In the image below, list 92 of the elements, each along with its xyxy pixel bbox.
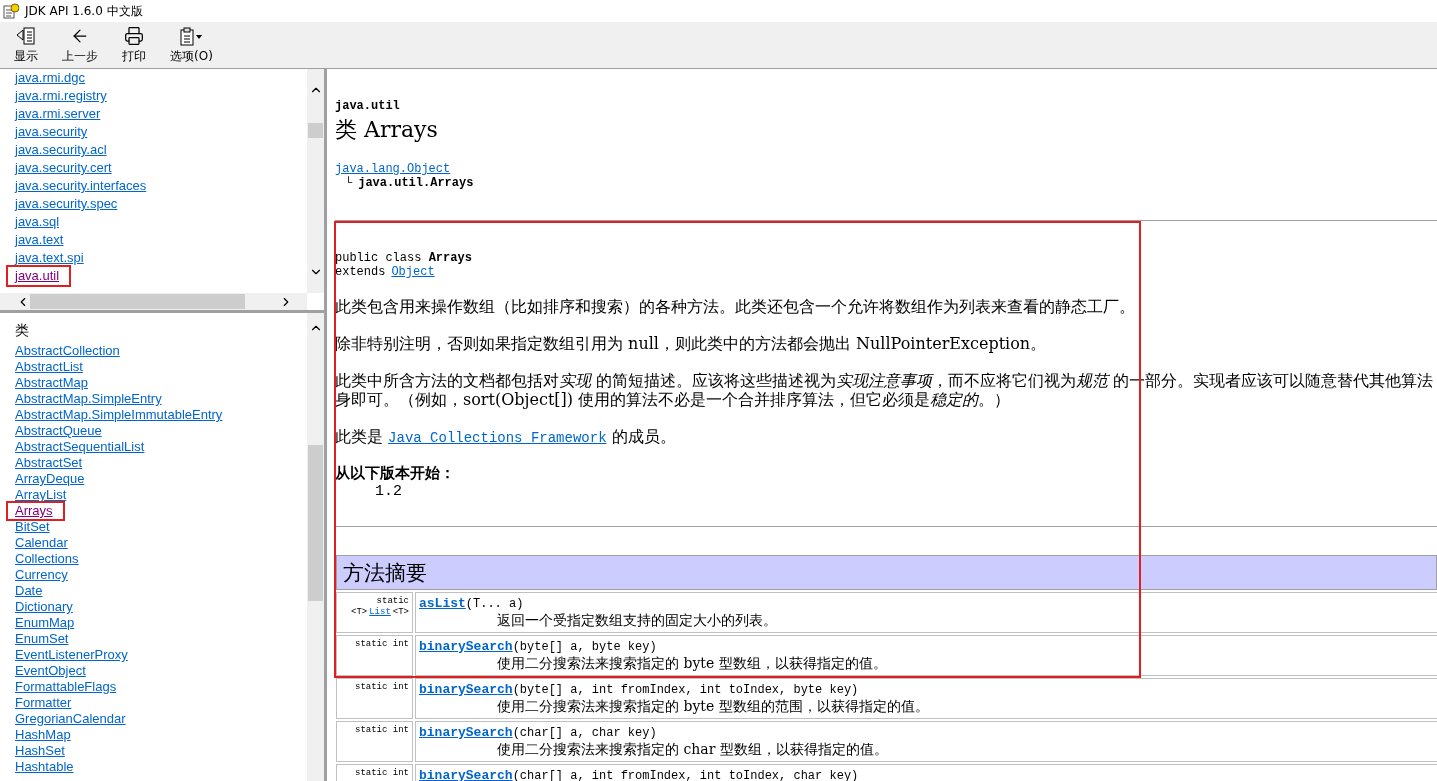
method-params: (T... a) (465, 597, 524, 611)
printer-icon (124, 26, 144, 46)
class-link[interactable]: EnumSet (15, 631, 69, 647)
scrollbar[interactable] (307, 313, 324, 781)
package-link[interactable]: java.text.spi (15, 249, 84, 267)
tree-branch: └ (345, 176, 353, 190)
since-label: 从以下版本开始： (335, 464, 456, 483)
modifier-text: static int (355, 682, 409, 693)
class-declaration: public class Arrays (335, 251, 472, 265)
class-link[interactable]: AbstractList (15, 359, 83, 375)
package-link[interactable]: java.text (15, 231, 64, 249)
class-link[interactable]: Hashtable (15, 759, 74, 775)
return-type-link[interactable]: List (369, 607, 391, 618)
parent-class-link[interactable]: java.lang.Object (335, 162, 451, 176)
type-parameter: <T> (351, 607, 368, 618)
class-link[interactable]: AbstractQueue (15, 423, 102, 439)
section-heading: 类 (15, 321, 29, 339)
window-title: JDK API 1.6.0 中文版 (25, 2, 143, 20)
description-paragraph: 除非特别注明，否则如果指定数组引用为 null，则此类中的方法都会抛出 NullPointerException。 (335, 334, 1048, 353)
class-link[interactable]: FormattableFlags (15, 679, 117, 695)
class-link[interactable]: ArrayList (15, 487, 67, 503)
class-link[interactable]: Date (15, 583, 43, 599)
class-link[interactable]: AbstractMap (15, 375, 88, 391)
class-link[interactable]: AbstractMap.SimpleEntry (15, 391, 162, 407)
package-link[interactable]: java.rmi.server (15, 105, 101, 123)
method-link[interactable]: binarySearch (419, 639, 513, 654)
class-link[interactable]: Formatter (15, 695, 72, 711)
panel-arrow-icon (15, 26, 37, 46)
package-link[interactable]: java.security.acl (15, 141, 107, 159)
method-params: (char[] a, int fromIndex, int toIndex, char key) (512, 769, 859, 781)
since-version: 1.2 (374, 483, 403, 500)
method-link[interactable]: binarySearch (419, 725, 513, 740)
class-link[interactable]: GregorianCalendar (15, 711, 126, 727)
class-title: 类 Arrays (335, 116, 439, 144)
method-params: (byte[] a, int fromIndex, int toIndex, byte key) (512, 683, 859, 697)
method-params: (byte[] a, byte key) (512, 640, 657, 654)
package-link[interactable]: java.security.interfaces (15, 177, 147, 195)
help-document-icon (3, 3, 19, 19)
class-link[interactable]: EventListenerProxy (15, 647, 128, 663)
toolbar-button[interactable]: 打印 (114, 24, 154, 67)
method-description: 返回一个受指定数组支持的固定大小的列表。 (496, 611, 778, 629)
toolbar-button[interactable]: 上一步 (54, 24, 106, 67)
class-link[interactable]: ArrayDeque (15, 471, 85, 487)
class-link[interactable]: AbstractCollection (15, 343, 120, 359)
extends-keyword: extends (335, 265, 386, 279)
scrollbar-thumb[interactable] (308, 445, 323, 601)
package-link[interactable]: java.security (15, 123, 88, 141)
class-link[interactable]: AbstractSequentialList (15, 439, 145, 455)
scrollbar[interactable] (307, 69, 324, 293)
package-name: java.util (335, 99, 401, 113)
superclass-link[interactable]: Object (391, 265, 435, 279)
class-link[interactable]: AbstractMap.SimpleImmutableEntry (15, 407, 223, 423)
class-link[interactable]: Collections (15, 551, 79, 567)
package-link[interactable]: java.rmi.registry (15, 87, 107, 105)
scrollbar[interactable] (0, 293, 307, 310)
scrollbar-thumb[interactable] (308, 123, 323, 138)
type-parameter: <T> (392, 607, 409, 618)
framework-link[interactable]: Java Collections Framework (388, 430, 607, 446)
modifier-text: static int (355, 725, 409, 736)
package-link[interactable]: java.security.spec (15, 195, 118, 213)
toolbar-button[interactable]: 选项(O) (162, 24, 221, 67)
method-description: 使用二分搜索法来搜索指定的 byte 型数组的范围，以获得指定的值。 (496, 697, 930, 715)
method-params: (char[] a, char key) (512, 726, 657, 740)
class-link[interactable]: Dictionary (15, 599, 73, 615)
modifier-text: static (376, 596, 409, 607)
modifier-text: static int (355, 639, 409, 650)
clipboard-icon (179, 26, 204, 46)
class-link[interactable]: BitSet (15, 519, 50, 535)
class-link[interactable]: HashSet (15, 743, 65, 759)
method-description: 使用二分搜索法来搜索指定的 byte 型数组，以获得指定的值。 (496, 654, 888, 672)
class-link[interactable]: Currency (15, 567, 68, 583)
description-paragraph: 此类包含用来操作数组（比如排序和搜索）的各种方法。此类还包含一个允许将数组作为列表来查看的静态工厂。 (335, 297, 1136, 316)
class-link[interactable]: EventObject (15, 663, 86, 679)
member-sentence: 此类是 Java Collections Framework 的成员。 (335, 427, 677, 446)
class-link[interactable]: Calendar (15, 535, 68, 551)
class-link[interactable]: Arrays (8, 503, 63, 519)
package-link[interactable]: java.rmi.dgc (15, 69, 86, 87)
method-link[interactable]: asList (419, 596, 466, 611)
scrollbar-thumb[interactable] (30, 294, 245, 309)
method-description: 使用二分搜索法来搜索指定的 char 型数组，以获得指定的值。 (496, 740, 889, 758)
method-link[interactable]: binarySearch (419, 768, 513, 781)
package-link[interactable]: java.util (8, 267, 70, 285)
class-link[interactable]: AbstractSet (15, 455, 83, 471)
modifier-text: static int (355, 768, 409, 779)
package-link[interactable]: java.sql (15, 213, 60, 231)
class-link[interactable]: HashMap (15, 727, 71, 743)
section-header: 方法摘要 (336, 555, 1437, 590)
method-link[interactable]: binarySearch (419, 682, 513, 697)
toolbar-button[interactable]: 显示 (6, 24, 46, 67)
class-link[interactable]: EnumMap (15, 615, 75, 631)
package-link[interactable]: java.security.cert (15, 159, 112, 177)
class-path: java.util.Arrays (358, 176, 474, 190)
